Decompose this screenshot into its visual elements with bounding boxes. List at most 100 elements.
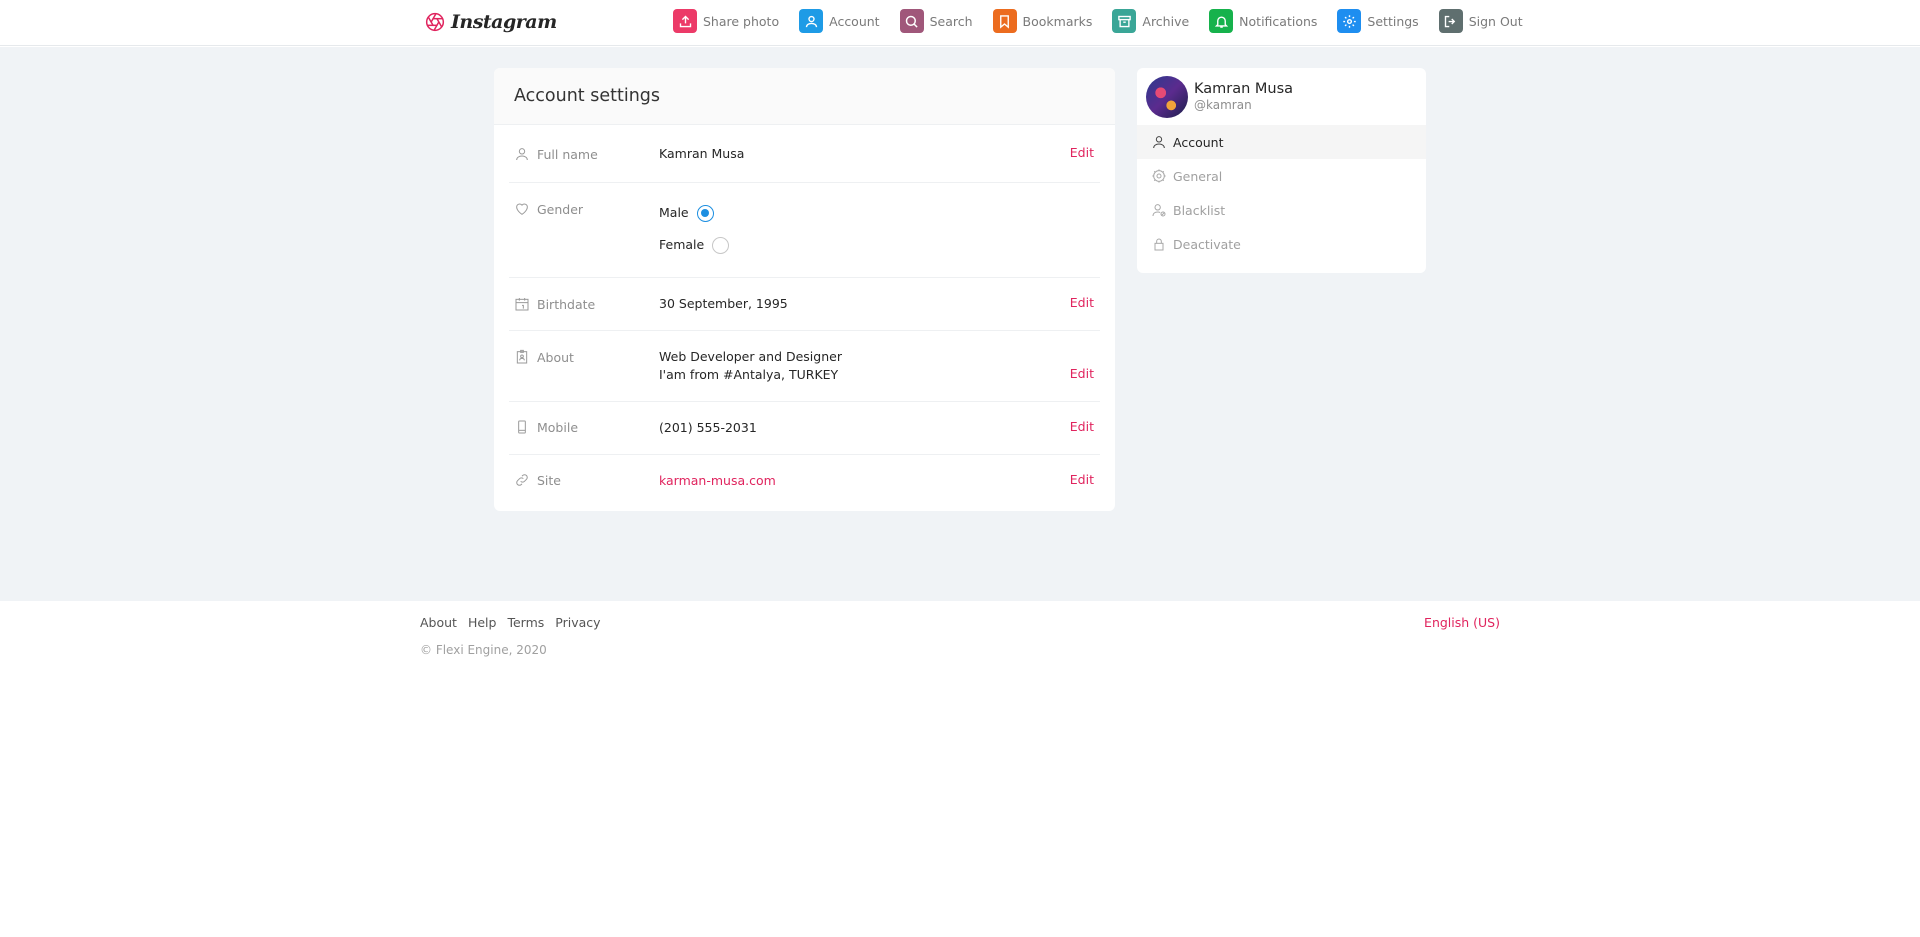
gender-option-female[interactable]: Female [659, 234, 730, 256]
row-label: Gender [514, 201, 583, 217]
about-value: Web Developer and Designer I'am from #An… [659, 348, 842, 384]
full-name-value: Kamran Musa [659, 146, 745, 161]
bookmark-icon [992, 9, 1017, 33]
main-content: Account settings Full name Kamran Musa E… [0, 47, 1920, 601]
gender-option-label: Male [659, 205, 689, 220]
setting-row-birthdate: Birthdate 30 September, 1995 Edit [509, 278, 1100, 331]
id-badge-icon [516, 349, 528, 364]
gender-options: Male Female [659, 202, 730, 256]
edit-about-link[interactable]: Edit [1070, 366, 1094, 381]
row-label-text: Site [537, 472, 561, 488]
avatar[interactable] [1146, 75, 1188, 118]
brand-logo[interactable]: Instagram [425, 11, 557, 33]
calendar-icon [515, 298, 529, 311]
sidebar-item-blacklist[interactable]: Blacklist [1137, 193, 1426, 227]
gender-option-label: Female [659, 237, 705, 252]
gender-option-male[interactable]: Male [659, 202, 729, 224]
footer-link-privacy[interactable]: Privacy [555, 615, 600, 630]
user-block-icon [1152, 204, 1166, 217]
brand-name: Instagram [451, 11, 557, 33]
lock-icon [1154, 238, 1164, 251]
birthdate-value: 30 September, 1995 [659, 296, 788, 311]
row-label-text: Mobile [537, 419, 579, 435]
sidebar-item-account[interactable]: Account [1137, 125, 1426, 159]
nav-sign-out[interactable]: Sign Out [1438, 9, 1523, 33]
about-line-1: Web Developer and Designer [659, 349, 842, 364]
aperture-icon [425, 12, 445, 32]
bell-icon [1209, 9, 1234, 33]
settings-list: Full name Kamran Musa Edit Gender Male F… [494, 125, 1115, 508]
row-label-text: Birthdate [537, 296, 596, 312]
nav-search[interactable]: Search [899, 9, 973, 33]
nav-label: Archive [1142, 13, 1190, 29]
sidebar-item-label: Blacklist [1173, 202, 1226, 218]
edit-site-link[interactable]: Edit [1070, 472, 1094, 487]
user-icon [1153, 136, 1165, 149]
nav-bookmarks[interactable]: Bookmarks [992, 9, 1093, 33]
gender-female-radio[interactable] [712, 236, 730, 254]
row-label-text: Full name [537, 146, 598, 162]
profile-summary[interactable]: Kamran Musa @kamran [1137, 68, 1426, 125]
row-label-text: Gender [537, 201, 584, 217]
sidebar-item-label: Deactivate [1173, 236, 1241, 252]
site-link[interactable]: karman-musa.com [659, 472, 776, 490]
search-icon [899, 9, 924, 33]
row-label: About [514, 349, 574, 365]
profile-name: Kamran Musa [1194, 81, 1294, 97]
nav-label: Share photo [703, 13, 780, 29]
row-label: Full name [514, 146, 598, 162]
mobile-value: (201) 555-2031 [659, 420, 757, 435]
setting-row-gender: Gender Male Female [509, 183, 1100, 278]
footer-link-help[interactable]: Help [468, 615, 497, 630]
nav-label: Sign Out [1468, 13, 1523, 29]
row-label: Mobile [514, 419, 578, 435]
top-navbar: Instagram Share photo Account Search Boo… [0, 0, 1920, 46]
nav-settings[interactable]: Settings [1337, 9, 1419, 33]
gear-icon [1337, 9, 1362, 33]
sidebar-item-general[interactable]: General [1137, 159, 1426, 193]
heart-icon [516, 203, 528, 215]
nav-label: Bookmarks [1022, 13, 1093, 29]
footer: About Help Terms Privacy © Flexi Engine,… [0, 601, 1920, 937]
setting-row-full-name: Full name Kamran Musa Edit [509, 125, 1100, 183]
settings-sidebar: Kamran Musa @kamran Account General Blac… [1137, 68, 1426, 273]
footer-link-about[interactable]: About [420, 615, 457, 630]
setting-row-mobile: Mobile (201) 555-2031 Edit [509, 402, 1100, 455]
sign-out-icon [1438, 9, 1463, 33]
nav-label: Account [829, 13, 880, 29]
archive-icon [1112, 9, 1137, 33]
profile-text: Kamran Musa @kamran [1194, 81, 1293, 112]
card-header: Account settings [494, 68, 1115, 125]
setting-row-about: About Web Developer and Designer I'am fr… [509, 331, 1100, 402]
copyright: © Flexi Engine, 2020 [420, 643, 547, 657]
nav-share-photo[interactable]: Share photo [673, 9, 779, 33]
gear-icon [1152, 169, 1166, 183]
mobile-phone-icon [518, 420, 526, 434]
profile-handle: @kamran [1194, 98, 1252, 112]
sidebar-item-label: General [1173, 168, 1223, 184]
edit-full-name-link[interactable]: Edit [1070, 145, 1094, 160]
row-label-text: About [537, 349, 574, 365]
row-label: Birthdate [514, 296, 595, 312]
footer-link-terms[interactable]: Terms [507, 615, 544, 630]
sidebar-item-deactivate[interactable]: Deactivate [1137, 227, 1426, 261]
account-settings-card: Account settings Full name Kamran Musa E… [494, 68, 1115, 511]
edit-mobile-link[interactable]: Edit [1070, 419, 1094, 434]
nav-label: Settings [1367, 13, 1419, 29]
nav-label: Notifications [1239, 13, 1318, 29]
upload-icon [673, 9, 697, 33]
nav-notifications[interactable]: Notifications [1209, 9, 1317, 33]
user-icon [516, 148, 528, 161]
user-icon [799, 9, 824, 33]
main-nav: Share photo Account Search Bookmarks Arc… [673, 9, 1543, 33]
gender-male-radio[interactable] [696, 204, 714, 222]
nav-account[interactable]: Account [799, 9, 880, 33]
edit-birthdate-link[interactable]: Edit [1070, 295, 1094, 310]
about-line-2: I'am from #Antalya, TURKEY [659, 367, 839, 382]
sidebar-item-label: Account [1173, 134, 1224, 150]
row-label: Site [514, 472, 561, 488]
footer-links: About Help Terms Privacy [420, 615, 601, 630]
page-title: Account settings [514, 86, 661, 106]
language-selector[interactable]: English (US) [1424, 615, 1500, 630]
nav-archive[interactable]: Archive [1112, 9, 1189, 33]
